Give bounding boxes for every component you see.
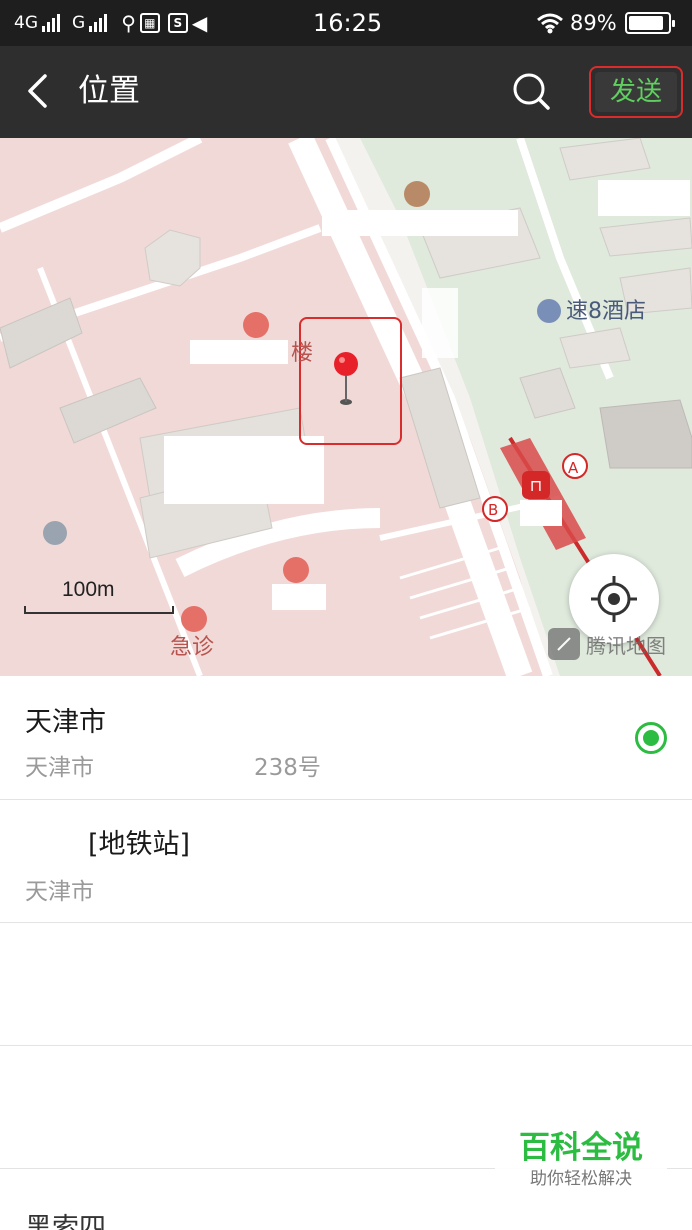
hotel-icon <box>537 299 561 323</box>
list-item[interactable]: [地铁站] 天津市 <box>0 800 692 923</box>
redacted-label <box>164 436 324 504</box>
place-address: 天津市 <box>25 872 294 906</box>
battery-fill <box>628 16 663 30</box>
metro-station-icon: ⊓ <box>522 471 550 499</box>
hospital-icon <box>181 606 207 632</box>
network-type-label: 4G <box>14 13 38 33</box>
exit-b-label: B <box>488 501 499 519</box>
map-scale-label: 100m <box>62 578 115 601</box>
map-scale-bar <box>24 606 174 614</box>
status-right: 89% <box>536 9 675 37</box>
notification-icon: ▦ <box>139 13 160 33</box>
signal-icon-2 <box>89 14 108 32</box>
redacted-text <box>106 705 282 731</box>
redacted-label <box>598 180 690 216</box>
back-arrow-icon <box>28 74 47 108</box>
hospital-icon <box>243 312 269 338</box>
museum-icon <box>404 181 430 207</box>
place-name: [地铁站] <box>88 829 191 860</box>
hotel-label[interactable]: 速8酒店 <box>566 298 646 326</box>
s-app-icon: S <box>167 13 188 33</box>
signal-icon <box>42 14 60 32</box>
building <box>599 399 692 469</box>
watermark-title: 百科全说 <box>519 1130 643 1166</box>
redacted-label <box>422 288 458 358</box>
back-button[interactable] <box>16 68 62 114</box>
exit-icon <box>43 521 67 545</box>
selected-radio-icon[interactable] <box>635 722 667 754</box>
place-address: 天津市 238号 <box>25 753 321 781</box>
redacted-label <box>190 340 288 364</box>
usb-icon: ⚲ <box>121 11 136 35</box>
emergency-label[interactable]: 急诊 <box>170 634 214 662</box>
redacted-text <box>94 753 254 775</box>
redacted-label <box>322 210 518 236</box>
watermark: 百科全说 助你轻松解决 <box>495 1128 667 1204</box>
search-button[interactable] <box>508 68 554 114</box>
place-list: 天津市 天津市 238号 [地铁站] 天津市 <box>0 676 692 1169</box>
send-button[interactable]: 发送 <box>589 66 683 118</box>
map-provider: 腾讯地图 <box>548 628 666 660</box>
list-item[interactable] <box>0 923 692 1046</box>
pin-highlight-box <box>299 317 402 445</box>
redacted-label <box>272 584 326 610</box>
partial-list-item[interactable]: 黑索四 <box>25 1206 106 1230</box>
mute-icon: ◀︎ <box>191 11 208 35</box>
building-label: 楼 <box>291 341 314 366</box>
map-provider-label: 腾讯地图 <box>586 633 666 658</box>
list-item-selected[interactable]: 天津市 天津市 238号 <box>0 676 692 800</box>
svg-text:⊓: ⊓ <box>530 476 542 495</box>
clock: 16:25 <box>313 9 383 37</box>
redacted-label <box>520 500 562 526</box>
compass-icon <box>548 628 580 660</box>
place-name: 天津市 <box>25 700 282 739</box>
title-bar: 位置 发送 <box>0 46 692 138</box>
signal-group: 4G G ⚲ ▦ S ◀︎ <box>14 9 207 37</box>
battery-icon <box>624 12 675 34</box>
status-bar: 4G G ⚲ ▦ S ◀︎ 16:25 89% <box>0 0 692 46</box>
redacted-text <box>94 877 294 899</box>
search-icon <box>513 73 550 110</box>
battery-percent: 89% <box>570 11 617 35</box>
exit-a-label: A <box>568 459 579 477</box>
map-view[interactable]: ⊓ 速8酒店 楼 急诊 A B 100m 腾讯地图 <box>0 138 692 676</box>
network-type-label-2: G <box>72 13 86 33</box>
send-button-label: 发送 <box>595 72 677 112</box>
wifi-icon <box>537 13 563 34</box>
watermark-subtitle: 助你轻松解决 <box>530 1169 632 1189</box>
page-title: 位置 <box>78 73 140 109</box>
hospital-icon <box>283 557 309 583</box>
